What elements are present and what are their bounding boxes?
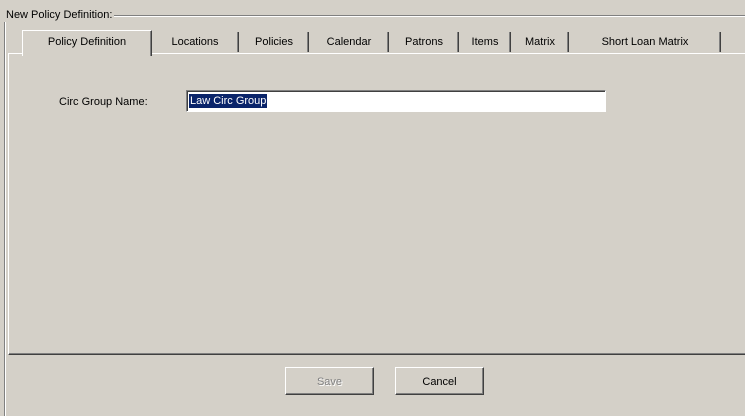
- circ-group-name-label: Circ Group Name:: [59, 96, 148, 108]
- tab-patrons[interactable]: Patrons: [390, 32, 459, 52]
- cancel-button[interactable]: Cancel: [395, 367, 484, 395]
- tab-matrix[interactable]: Matrix: [512, 32, 569, 52]
- tab-policies[interactable]: Policies: [240, 32, 309, 52]
- groupbox-title: New Policy Definition:: [4, 8, 115, 22]
- save-button[interactable]: Save: [285, 367, 374, 395]
- tab-items[interactable]: Items: [460, 32, 511, 52]
- tab-short-loan-matrix[interactable]: Short Loan Matrix: [570, 32, 721, 52]
- tab-strip: Policy Definition Locations Policies Cal…: [22, 30, 745, 56]
- tab-locations[interactable]: Locations: [152, 32, 239, 52]
- tab-calendar[interactable]: Calendar: [310, 32, 389, 52]
- tab-policy-definition[interactable]: Policy Definition: [22, 30, 152, 56]
- selected-text: Law Circ Group: [189, 94, 268, 108]
- circ-group-name-input[interactable]: Law Circ Group: [186, 90, 606, 112]
